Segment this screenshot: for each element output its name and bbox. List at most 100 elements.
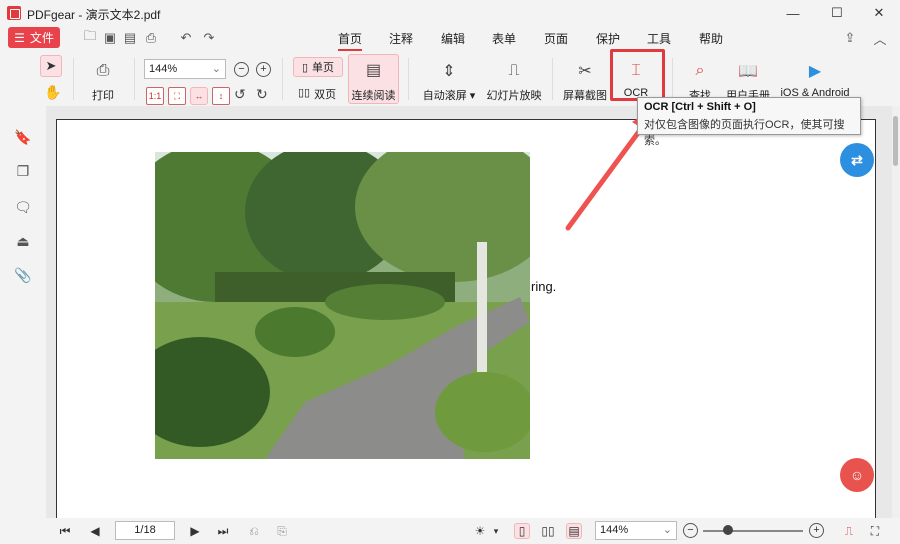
single-page-view-icon[interactable]: ▯ <box>514 523 530 539</box>
zoom-in-icon[interactable]: + <box>256 62 271 77</box>
tab-home[interactable]: 首页 <box>338 30 363 51</box>
tab-page[interactable]: 页面 <box>544 30 568 47</box>
minimize-icon[interactable]: — <box>772 0 814 26</box>
zoom-select[interactable]: 144% ⌄ <box>144 59 226 79</box>
chevron-down-icon: ⌄ <box>662 524 672 536</box>
close-icon[interactable]: ✕ <box>858 0 900 26</box>
bookmark-icon[interactable]: 🔖 <box>14 128 32 146</box>
quick-print-icon[interactable]: ⎙ <box>143 30 159 46</box>
zoom-value: 144% <box>149 63 178 75</box>
forward-view-icon[interactable]: ⎘ <box>274 523 290 539</box>
left-sidebar: 🔖 ❐ 🗨 ⏏ 📎 ⌄ <box>0 106 46 533</box>
tab-annotate[interactable]: 注释 <box>389 30 413 47</box>
scrollbar-thumb[interactable] <box>893 116 898 166</box>
save-as-icon[interactable]: ▤ <box>122 30 138 46</box>
actual-size-icon[interactable]: 1:1 <box>146 87 164 105</box>
slideshow-button[interactable]: ⎍ 幻灯片放映 <box>486 60 542 103</box>
hand-tool-icon[interactable]: ✋ <box>44 84 61 101</box>
status-zoom-value: 144% <box>600 524 629 536</box>
presentation-mode-icon[interactable]: ⎍ <box>841 523 857 539</box>
translate-doc-icon[interactable]: ⇄ <box>840 143 874 177</box>
double-page-button[interactable]: ▯▯ 双页 <box>298 86 336 102</box>
ai-assistant-icon[interactable]: ☺ <box>840 458 874 492</box>
park-path-photo-icon <box>155 152 530 459</box>
collapse-ribbon-icon[interactable]: ︿ <box>872 30 888 47</box>
select-tool-icon[interactable]: ➤ <box>40 55 62 77</box>
divider <box>73 58 74 100</box>
open-folder-icon[interactable]: 🗀 <box>82 28 98 46</box>
page-photo <box>155 152 530 459</box>
share-icon[interactable]: ⇪ <box>842 30 858 46</box>
chevron-down-icon: ⌄ <box>211 63 221 75</box>
mobile-app-button[interactable]: ▶ iOS & Android <box>777 60 853 99</box>
search-icon: ⌕ <box>695 62 705 79</box>
status-bar: ⏮ ◀ 1/18 ▶ ⏭ ⎌ ⎘ ☀ ▾ ▯ ▯▯ ▤ 144% ⌄ − + ⎍… <box>0 518 900 544</box>
double-page-icon: ▯▯ <box>298 87 311 99</box>
redo-icon[interactable]: ↷ <box>201 30 217 46</box>
fit-visible-icon[interactable]: ↕ <box>212 87 230 105</box>
undo-icon[interactable]: ↶ <box>178 30 194 46</box>
single-page-label: 单页 <box>312 62 335 74</box>
single-page-button[interactable]: ▯ 单页 <box>293 57 343 77</box>
status-zoom-in-icon[interactable]: + <box>809 523 824 538</box>
continuous-view-icon[interactable]: ▤ <box>566 523 582 539</box>
printer-icon: ⎙ <box>96 62 110 79</box>
continuous-reading-button[interactable]: ▤ 连续阅读 <box>348 54 399 104</box>
tab-help[interactable]: 帮助 <box>699 30 723 47</box>
comments-icon[interactable]: 🗨 <box>14 198 32 216</box>
back-view-icon[interactable]: ⎌ <box>246 523 262 539</box>
tab-edit[interactable]: 编辑 <box>441 30 465 47</box>
pdf-page: ring. <box>56 119 876 519</box>
brightness-icon[interactable]: ☀ <box>472 523 488 539</box>
auto-scroll-icon: ⇕ <box>442 63 456 80</box>
ocr-tooltip: OCR [Ctrl + Shift + O] 对仅包含图像的页面执行OCR，使其… <box>637 97 861 147</box>
pdfgear-logo-icon <box>7 6 21 20</box>
status-zoom-select[interactable]: 144% ⌄ <box>595 521 677 540</box>
rotate-left-icon[interactable]: ↺ <box>234 86 246 103</box>
tab-tools[interactable]: 工具 <box>647 30 671 47</box>
document-viewer[interactable]: ring. <box>46 106 892 519</box>
previous-page-icon[interactable]: ◀ <box>87 523 103 539</box>
zoom-slider-knob[interactable] <box>723 525 733 535</box>
divider <box>408 58 409 100</box>
app-store-icon: ▶ <box>808 63 822 80</box>
page-number-input[interactable]: 1/18 <box>115 521 175 540</box>
signature-icon[interactable]: ⏏ <box>14 232 32 250</box>
last-page-icon[interactable]: ⏭ <box>215 523 231 539</box>
page-text: ring. <box>531 279 557 294</box>
print-label: 打印 <box>92 90 114 102</box>
thumbnails-icon[interactable]: ❐ <box>14 162 32 180</box>
zoom-slider[interactable] <box>703 525 803 535</box>
rotate-right-icon[interactable]: ↻ <box>256 86 268 103</box>
fit-width-icon[interactable]: ↔ <box>190 87 208 105</box>
auto-scroll-label: 自动滚屏 ▾ <box>422 90 476 102</box>
continuous-label: 连续阅读 <box>351 90 396 102</box>
next-page-icon[interactable]: ▶ <box>187 523 203 539</box>
file-menu-label: 文件 <box>29 31 54 45</box>
status-zoom-out-icon[interactable]: − <box>683 523 698 538</box>
ocr-highlight-frame <box>610 49 665 101</box>
tab-protect[interactable]: 保护 <box>596 30 620 47</box>
maximize-icon[interactable]: ☐ <box>816 0 858 26</box>
single-page-icon: ▯ <box>301 61 309 74</box>
attachment-icon[interactable]: 📎 <box>14 266 32 284</box>
book-icon: 📖 <box>738 63 758 80</box>
chevron-down-icon[interactable]: ▾ <box>488 523 504 539</box>
double-page-view-icon[interactable]: ▯▯ <box>540 523 556 539</box>
file-menu-button[interactable]: ☰ 文件 <box>8 27 60 48</box>
zoom-out-icon[interactable]: − <box>234 62 249 77</box>
fullscreen-icon[interactable]: ⛶ <box>867 523 883 539</box>
first-page-icon[interactable]: ⏮ <box>57 523 73 539</box>
vertical-scrollbar[interactable] <box>892 106 900 518</box>
fit-page-icon[interactable]: ⛶ <box>168 87 186 105</box>
presentation-icon: ⎍ <box>508 62 520 79</box>
divider <box>282 58 283 100</box>
print-button[interactable]: ⎙ 打印 <box>88 60 118 103</box>
screenshot-button[interactable]: ✂ 屏幕截图 <box>562 60 608 103</box>
hamburger-icon: ☰ <box>14 30 25 45</box>
save-icon[interactable]: ▣ <box>102 30 118 46</box>
tab-form[interactable]: 表单 <box>492 30 516 47</box>
divider <box>134 58 135 100</box>
auto-scroll-button[interactable]: ⇕ 自动滚屏 ▾ <box>420 60 478 103</box>
scissors-icon: ✂ <box>578 63 592 80</box>
